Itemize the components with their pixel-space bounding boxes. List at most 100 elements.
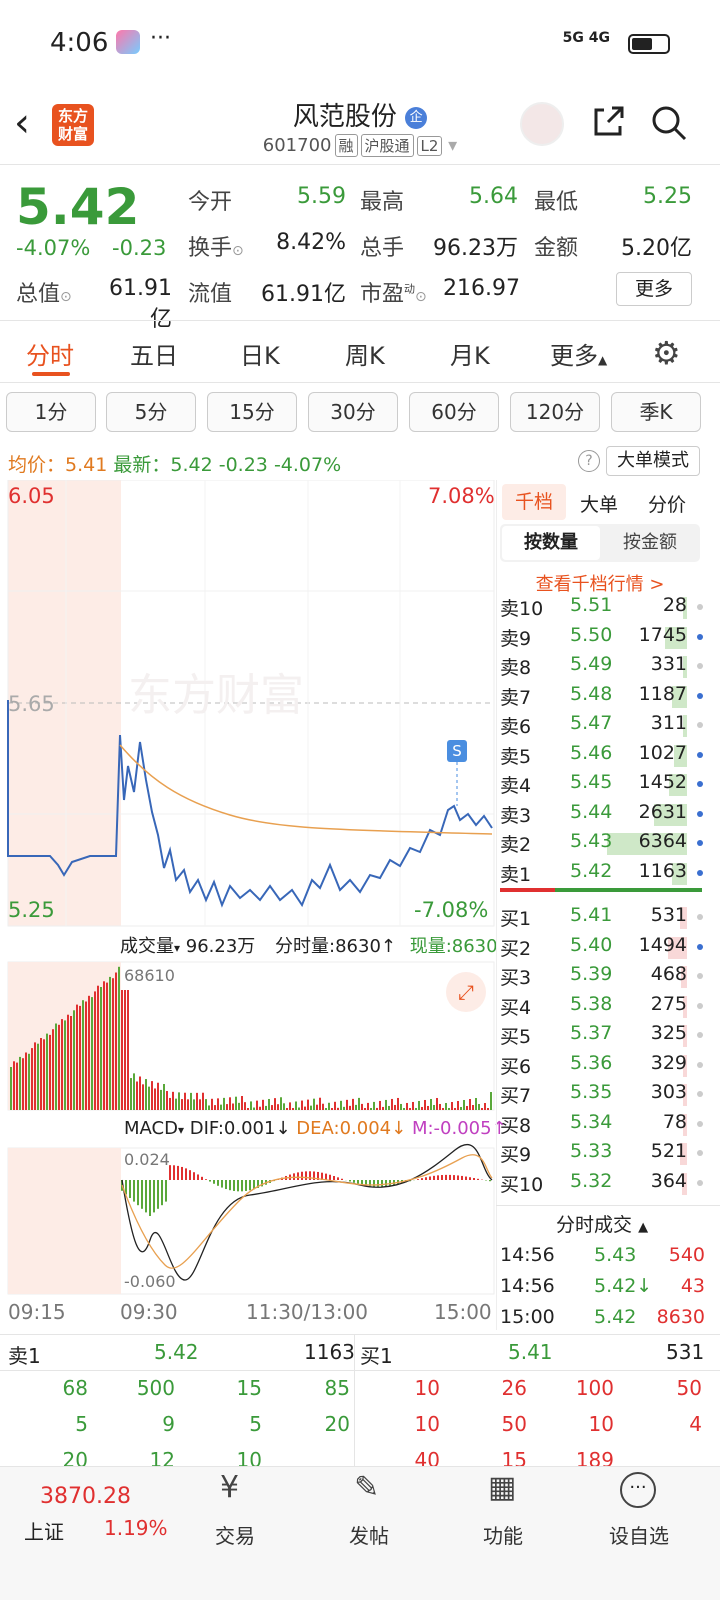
ticks-title[interactable]: 分时成交 ▲ (556, 1210, 648, 1237)
nav-function[interactable]: 功能 (448, 1520, 558, 1549)
subtab-1min[interactable]: 1分 (6, 392, 96, 432)
nav-post[interactable]: 发帖 (314, 1520, 424, 1549)
bid-row[interactable]: 买8 5.34 78 (500, 1111, 705, 1140)
bid-row[interactable]: 买6 5.36 329 (500, 1052, 705, 1081)
level-dot (697, 943, 703, 950)
bid-row[interactable]: 买3 5.39 468 (500, 963, 705, 992)
subtab-quarter-k[interactable]: 季K (611, 392, 701, 432)
subtab-120min[interactable]: 120分 (510, 392, 600, 432)
index-name[interactable]: 上证 (24, 1516, 64, 1545)
help-icon[interactable]: ? (578, 450, 600, 472)
info-bar: 均价：5.41 最新：5.42 -0.23 -4.07% (8, 450, 341, 477)
level-volume: 2631 (638, 800, 687, 823)
right-queue-cell: 50 (501, 1412, 527, 1436)
ask-row[interactable]: 卖9 5.50 1745 (500, 624, 705, 653)
float-cap-value: 61.91亿 (261, 282, 346, 307)
ask-row[interactable]: 卖8 5.49 331 (500, 653, 705, 682)
view-full-depth-link[interactable]: 查看千档行情 > (500, 570, 700, 596)
macd-label: MACD (124, 1118, 178, 1139)
level-dot (697, 810, 703, 817)
bid-row[interactable]: 买4 5.38 275 (500, 993, 705, 1022)
volume-bar (208, 1105, 210, 1110)
assistant-avatar-icon[interactable] (520, 102, 564, 146)
pct-bot-label: -7.08% (414, 898, 489, 922)
nav-trade[interactable]: 交易 (180, 1520, 290, 1549)
volume-bar (385, 1099, 387, 1110)
tab-big-order[interactable]: 大单 (580, 490, 618, 517)
volume-bar (124, 990, 126, 1110)
bid-row[interactable]: 买9 5.33 521 (500, 1140, 705, 1169)
ask-row[interactable]: 卖6 5.47 311 (500, 712, 705, 741)
tick-row: 14:56 5.42↓ 43 (500, 1275, 705, 1304)
subtab-15min[interactable]: 15分 (207, 392, 297, 432)
y-bot-label: 5.25 (8, 898, 55, 922)
volume-bar (211, 1098, 213, 1110)
ask-row[interactable]: 卖5 5.46 1027 (500, 742, 705, 771)
ask-row[interactable]: 卖10 5.51 28 (500, 594, 705, 623)
tick-time: 14:56 (500, 1275, 555, 1297)
subtab-30min[interactable]: 30分 (308, 392, 398, 432)
bid-row[interactable]: 买7 5.35 303 (500, 1081, 705, 1110)
latest-pct: -4.07% (273, 454, 342, 476)
watermark: 东方财富 (128, 670, 304, 721)
turnover-value: 8.42% (276, 230, 346, 255)
tab-monthly-k[interactable]: 月K (450, 336, 490, 371)
mode-by-quantity[interactable]: 按数量 (502, 526, 600, 560)
volume-bar (406, 1102, 408, 1110)
volume-bar (79, 1005, 81, 1110)
share-icon[interactable] (590, 104, 626, 140)
bid-row[interactable]: 买2 5.40 1494 (500, 934, 705, 963)
volume-bar (298, 1107, 300, 1110)
search-icon[interactable] (650, 104, 688, 142)
volume-bar (292, 1108, 294, 1110)
left-queue-cell: 15 (236, 1376, 262, 1400)
index-value[interactable]: 3870.28 (40, 1484, 131, 1509)
more-button[interactable]: 更多 (616, 272, 692, 306)
level-price: 5.44 (570, 800, 613, 823)
tab-price-distribution[interactable]: 分价 (648, 490, 686, 517)
level-volume: 468 (650, 963, 687, 985)
tab-weekly-k[interactable]: 周K (345, 336, 385, 371)
volume-bar (433, 1104, 435, 1110)
settings-gear-icon[interactable]: ⚙ (652, 334, 681, 372)
tab-daily-k[interactable]: 日K (240, 336, 280, 371)
bid-row[interactable]: 买5 5.37 325 (500, 1022, 705, 1051)
tab-more[interactable]: 更多▲ (550, 336, 607, 371)
app-notification-icon (116, 30, 140, 54)
ask-row[interactable]: 卖3 5.44 2631 (500, 801, 705, 830)
tab-thousand-level[interactable]: 千档 (502, 484, 566, 520)
tab-intraday[interactable]: 分时 (26, 336, 74, 371)
volume-bar (457, 1100, 459, 1110)
volume-bar (187, 1099, 189, 1110)
volume-bar (307, 1099, 309, 1110)
volume-bar (328, 1102, 330, 1110)
mode-by-amount[interactable]: 按金额 (602, 526, 698, 560)
ask-row[interactable]: 卖7 5.48 1187 (500, 683, 705, 712)
ask-row[interactable]: 卖2 5.43 6364 (500, 830, 705, 859)
ask-row[interactable]: 卖4 5.45 1452 (500, 771, 705, 800)
nav-watchlist[interactable]: 设自选 (584, 1520, 694, 1549)
subtab-60min[interactable]: 60分 (409, 392, 499, 432)
volume-bar (466, 1105, 468, 1110)
big-order-mode-button[interactable]: 大单模式 (606, 446, 700, 476)
volume-bar (256, 1100, 258, 1110)
expand-icon[interactable]: ⤢ (446, 972, 486, 1012)
tab-five-day[interactable]: 五日 (130, 336, 178, 371)
watchlist-icon: ··· (620, 1472, 656, 1508)
level-dot (697, 781, 703, 787)
vol-minute: 分时量:8630 (275, 936, 381, 957)
tag-connect: 沪股通 (360, 134, 414, 157)
volume-bar (82, 1000, 84, 1110)
level-dot (697, 633, 703, 640)
bid-row[interactable]: 买1 5.41 531 (500, 904, 705, 933)
sell-signal-marker[interactable]: S (447, 740, 467, 762)
bid-row[interactable]: 买10 5.32 364 (500, 1170, 705, 1199)
level-volume: 1163 (638, 859, 687, 882)
ask-row[interactable]: 卖1 5.42 1163 (500, 860, 705, 889)
avg-price-line (119, 744, 493, 835)
amount-label: 金额 (534, 236, 579, 261)
left-queue-cell: 85 (324, 1376, 350, 1400)
subtab-5min[interactable]: 5分 (106, 392, 196, 432)
tick-time: 15:00 (500, 1306, 555, 1328)
index-pct[interactable]: 1.19% (104, 1516, 168, 1540)
